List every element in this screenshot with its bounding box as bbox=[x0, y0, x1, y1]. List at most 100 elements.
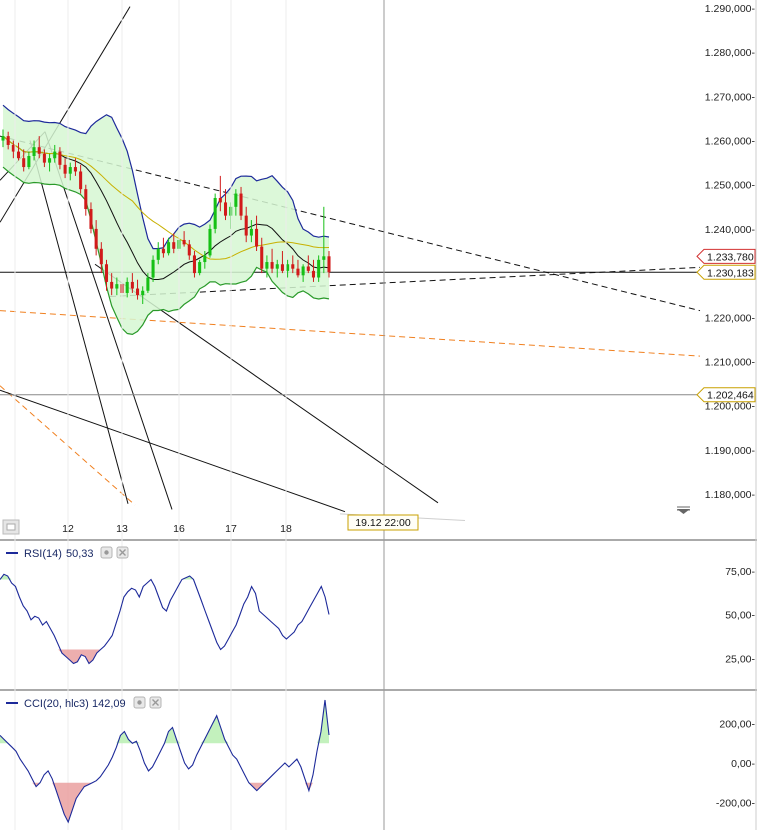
cci-panel bbox=[0, 699, 330, 824]
candle-body bbox=[110, 281, 114, 289]
time-axis-tick: 13 bbox=[116, 523, 128, 535]
candle-body bbox=[322, 256, 326, 260]
price-axis-tick: 1.210,000- bbox=[705, 356, 756, 368]
cci-axis-tick: 200,00- bbox=[719, 719, 755, 731]
candle-body bbox=[42, 153, 46, 163]
rsi-line bbox=[0, 573, 330, 665]
cci-settings-icon[interactable] bbox=[133, 696, 146, 709]
price-axis-tick: 1.200,000- bbox=[705, 401, 756, 413]
axes: 1.290,000- 1.280,000- 1.270,000- 1.260,000-… bbox=[62, 3, 755, 809]
candle-body bbox=[156, 248, 160, 260]
candle-body bbox=[22, 158, 26, 168]
price-axis-tick: 1.270,000- bbox=[705, 91, 756, 103]
rsi-axis-tick: 75,00- bbox=[725, 566, 755, 578]
candle-body bbox=[161, 248, 165, 254]
time-axis-tick: 17 bbox=[225, 523, 237, 535]
cci-line bbox=[0, 699, 330, 824]
candle-body bbox=[244, 215, 248, 236]
price-axis-tick: 1.250,000- bbox=[705, 180, 756, 192]
candle-body bbox=[125, 281, 129, 293]
price-axis-tick: 1.280,000- bbox=[705, 47, 756, 59]
price-axis-tick: 1.240,000- bbox=[705, 224, 756, 236]
candle-body bbox=[255, 228, 259, 247]
candle-body bbox=[311, 270, 316, 278]
rsi-axis-tick: 25,00- bbox=[725, 653, 755, 665]
rsi-close-icon[interactable] bbox=[116, 546, 129, 559]
trendline-lower-channel bbox=[0, 389, 346, 513]
rsi-legend: RSI(14) 50,33 bbox=[6, 546, 129, 560]
candle-body bbox=[260, 246, 264, 269]
candle-body bbox=[270, 262, 274, 269]
candle-body bbox=[239, 193, 243, 216]
candle-body bbox=[73, 167, 77, 172]
price-axis-tick: 1.220,000- bbox=[705, 312, 756, 324]
candle-body bbox=[306, 266, 310, 271]
time-axis-tick: 18 bbox=[280, 523, 292, 535]
cci-axis-tick: -200,00- bbox=[716, 797, 756, 809]
candle-body bbox=[11, 144, 15, 152]
candle-body bbox=[172, 242, 176, 249]
candle-body bbox=[208, 228, 212, 256]
rsi-indicator-label: RSI(14) bbox=[24, 548, 62, 560]
candle-body bbox=[58, 151, 62, 165]
price-tag-label: 1.233,780 bbox=[707, 251, 754, 263]
price-axis-tick: 1.190,000- bbox=[705, 445, 756, 457]
candle-body bbox=[198, 262, 202, 274]
cci-indicator-label: CCI(20, hlc3) bbox=[24, 698, 89, 710]
candle-body bbox=[327, 256, 331, 273]
price-axis-tick: 1.290,000- bbox=[705, 3, 756, 15]
candle-body bbox=[115, 284, 119, 289]
candle-body bbox=[27, 156, 31, 168]
candle-body bbox=[286, 264, 290, 271]
candle-body bbox=[16, 151, 21, 159]
rsi-indicator-value: 50,33 bbox=[66, 548, 94, 560]
cci-indicator-value: 142,09 bbox=[92, 698, 126, 710]
candle-body bbox=[192, 255, 196, 274]
rsi-panel bbox=[0, 573, 330, 665]
cci-oversold-fill bbox=[32, 782, 313, 823]
candle-body bbox=[167, 242, 171, 254]
chart-settings-icon[interactable] bbox=[2, 519, 20, 535]
candle-body bbox=[37, 147, 41, 154]
candle-body bbox=[151, 259, 155, 278]
time-axis-tick: 12 bbox=[62, 523, 74, 535]
candle-body bbox=[213, 197, 217, 229]
candle-body bbox=[296, 268, 300, 276]
cursor-time-tag: 19.12 22:00 bbox=[347, 514, 419, 531]
candle-body bbox=[280, 264, 284, 271]
cci-close-icon[interactable] bbox=[149, 696, 162, 709]
candle-body bbox=[130, 281, 134, 289]
candle-body bbox=[94, 228, 98, 249]
cci-axis-tick: 0,00- bbox=[731, 758, 755, 770]
candle-body bbox=[63, 164, 67, 174]
candle-body bbox=[79, 171, 83, 190]
candle-body bbox=[301, 266, 305, 276]
candle-body bbox=[223, 202, 228, 216]
candle-body bbox=[141, 290, 145, 296]
rsi-axis-tick: 50,00- bbox=[725, 610, 755, 622]
chart-canvas: 1.290,000- 1.280,000- 1.270,000- 1.260,000-… bbox=[0, 0, 757, 830]
candle-body bbox=[104, 264, 109, 282]
rsi-overbought-fill bbox=[0, 574, 194, 580]
candle-body bbox=[187, 244, 191, 256]
candle-body bbox=[249, 228, 253, 236]
candle-body bbox=[291, 264, 295, 269]
rsi-settings-icon[interactable] bbox=[100, 546, 113, 559]
candle-body bbox=[6, 136, 10, 145]
time-axis-tick: 16 bbox=[173, 523, 185, 535]
price-tag-label: 1.202,464 bbox=[707, 390, 754, 402]
candle-body bbox=[136, 288, 140, 296]
candle-body bbox=[234, 193, 238, 207]
scroll-down-icon[interactable] bbox=[677, 506, 690, 514]
candle-body bbox=[317, 259, 321, 278]
candle-body bbox=[265, 262, 269, 269]
candle-body bbox=[68, 167, 72, 174]
candle-body bbox=[218, 197, 222, 203]
candle-body bbox=[1, 136, 5, 141]
candle-body bbox=[32, 147, 36, 157]
candle-body bbox=[275, 264, 279, 269]
candle-body bbox=[89, 209, 93, 229]
candle-body bbox=[84, 189, 88, 210]
candle-body bbox=[182, 239, 186, 245]
cursor-time-label: 19.12 22:00 bbox=[355, 517, 411, 529]
